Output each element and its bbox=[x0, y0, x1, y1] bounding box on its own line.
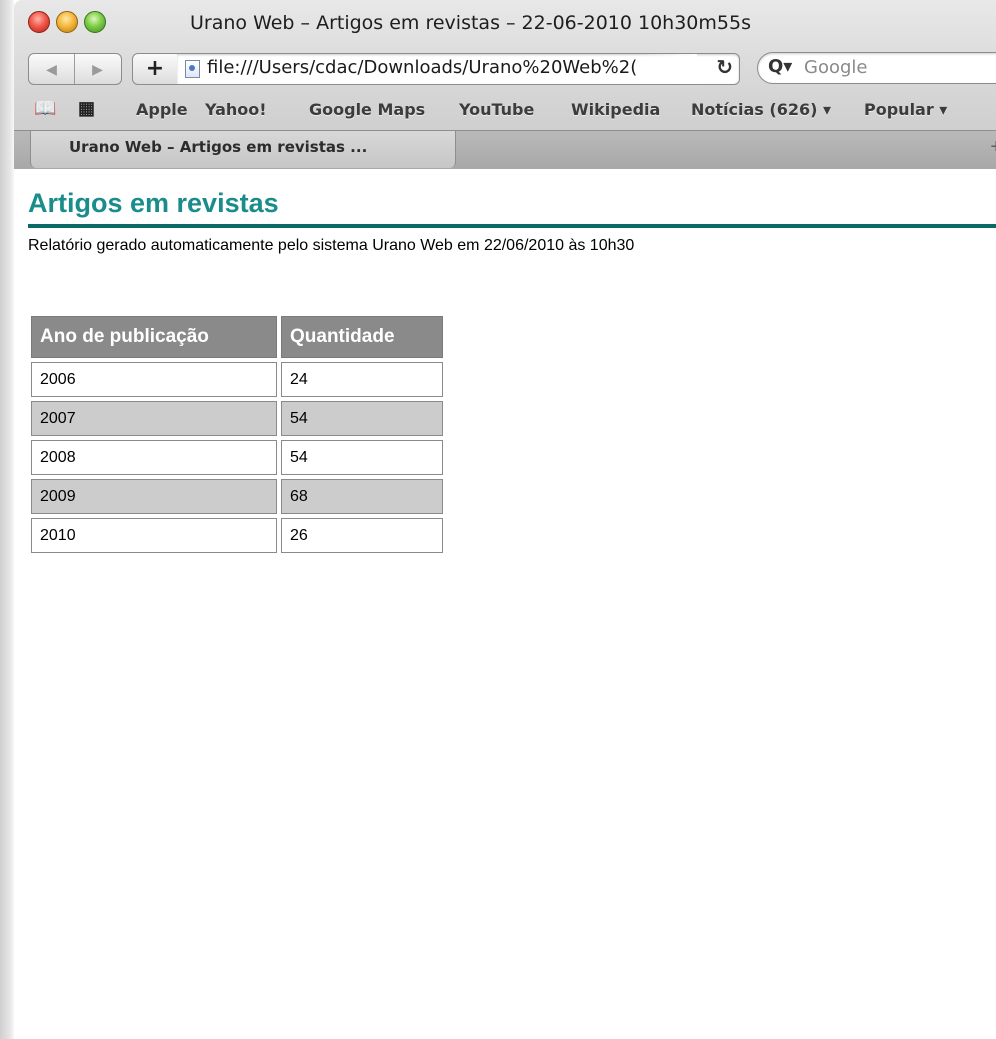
report-subtitle: Relatório gerado automaticamente pelo si… bbox=[28, 237, 635, 254]
window-shadow bbox=[0, 0, 14, 1039]
search-icon[interactable]: Q▾ bbox=[768, 56, 792, 77]
column-header-quantity: Quantidade bbox=[281, 316, 443, 358]
tab-bar: Urano Web – Artigos em revistas ... + bbox=[14, 130, 996, 169]
title-bar: Urano Web – Artigos em revistas – 22-06-… bbox=[14, 0, 996, 46]
cell-quantity: 54 bbox=[281, 401, 443, 436]
tab-label: Urano Web – Artigos em revistas ... bbox=[69, 138, 368, 156]
table-row: 2009 68 bbox=[31, 479, 443, 514]
page-content: Artigos em revistas Relatório gerado aut… bbox=[28, 186, 996, 553]
table-row: 2010 26 bbox=[31, 518, 443, 553]
search-input[interactable]: Q▾ Google bbox=[757, 52, 996, 84]
bookmarks-bar: 📖 ▦ Apple Yahoo! Google Maps YouTube Wik… bbox=[14, 92, 996, 128]
back-button[interactable]: ◀ bbox=[29, 54, 75, 84]
cell-quantity: 26 bbox=[281, 518, 443, 553]
table-header-row: Ano de publicação Quantidade bbox=[31, 316, 443, 358]
bookmark-yahoo[interactable]: Yahoo! bbox=[205, 100, 267, 119]
cell-quantity: 24 bbox=[281, 362, 443, 397]
window-title: Urano Web – Artigos em revistas – 22-06-… bbox=[190, 12, 751, 34]
back-forward-group: ◀ ▶ bbox=[28, 53, 122, 85]
cell-year: 2009 bbox=[31, 479, 277, 514]
add-bookmark-button[interactable]: + bbox=[132, 53, 178, 85]
cell-year: 2007 bbox=[31, 401, 277, 436]
grid-icon[interactable]: ▦ bbox=[78, 98, 95, 119]
address-text[interactable]: file:///Users/cdac/Downloads/Urano%20Web… bbox=[207, 57, 707, 78]
cell-year: 2010 bbox=[31, 518, 277, 553]
forward-button[interactable]: ▶ bbox=[75, 54, 120, 84]
navigation-toolbar: ◀ ▶ + file:///Users/cdac/Downloads/Urano… bbox=[14, 48, 996, 90]
address-bar[interactable]: file:///Users/cdac/Downloads/Urano%20Web… bbox=[177, 53, 740, 85]
column-header-year: Ano de publicação bbox=[31, 316, 277, 358]
address-fade bbox=[637, 54, 697, 84]
tab-artigos[interactable]: Urano Web – Artigos em revistas ... bbox=[30, 131, 456, 168]
zoom-window-button[interactable] bbox=[84, 11, 106, 33]
close-window-button[interactable] bbox=[28, 11, 50, 33]
bookmark-google-maps[interactable]: Google Maps bbox=[309, 100, 425, 119]
cell-quantity: 68 bbox=[281, 479, 443, 514]
browser-window: Urano Web – Artigos em revistas – 22-06-… bbox=[0, 0, 996, 1039]
bookmark-popular[interactable]: Popular ▾ bbox=[864, 100, 947, 119]
reload-icon[interactable]: ↻ bbox=[716, 55, 733, 79]
bookmark-noticias[interactable]: Notícias (626) ▾ bbox=[691, 100, 831, 119]
book-icon[interactable]: 📖 bbox=[34, 98, 56, 119]
minimize-window-button[interactable] bbox=[56, 11, 78, 33]
bookmark-wikipedia[interactable]: Wikipedia bbox=[571, 100, 660, 119]
page-icon bbox=[185, 60, 200, 78]
search-placeholder: Google bbox=[804, 57, 868, 78]
publications-table: Ano de publicação Quantidade 2006 24 200… bbox=[27, 312, 447, 557]
new-tab-icon[interactable]: + bbox=[990, 136, 996, 159]
bookmark-apple[interactable]: Apple bbox=[136, 100, 188, 119]
table-row: 2007 54 bbox=[31, 401, 443, 436]
title-divider bbox=[28, 224, 996, 228]
table-row: 2008 54 bbox=[31, 440, 443, 475]
page-title: Artigos em revistas bbox=[28, 188, 279, 218]
table-row: 2006 24 bbox=[31, 362, 443, 397]
browser-chrome: Urano Web – Artigos em revistas – 22-06-… bbox=[14, 0, 996, 169]
cell-year: 2006 bbox=[31, 362, 277, 397]
cell-quantity: 54 bbox=[281, 440, 443, 475]
cell-year: 2008 bbox=[31, 440, 277, 475]
bookmark-youtube[interactable]: YouTube bbox=[459, 100, 534, 119]
